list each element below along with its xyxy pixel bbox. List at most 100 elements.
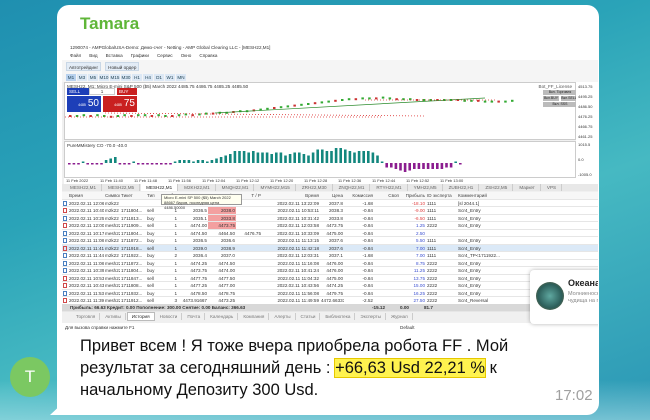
chart-tab[interactable]: MNQH22,M1 (217, 184, 255, 191)
table-row[interactable]: 2022.02.11 10:39...mesh221711804... buy 1 4… (62, 267, 598, 275)
table-row[interactable]: 2022.02.11 11:08...m2k221711872... buy 1 20… (62, 237, 598, 245)
cell-col13: 1111 (427, 253, 437, 258)
table-row[interactable]: 2022.02.11 10:40...m2k221711804...sell12… (62, 207, 598, 215)
chart-tab[interactable]: VPS (542, 184, 563, 191)
cell-col13: 1111 (427, 238, 437, 243)
menu-item[interactable]: Справка (199, 53, 217, 58)
oscillator-bar (265, 152, 269, 163)
sender-name[interactable]: Tamara (80, 14, 139, 34)
toolbox-tab[interactable]: Библиотека (321, 313, 356, 320)
menu-item[interactable]: Вид (89, 53, 97, 58)
cell-col11 (374, 297, 400, 304)
table-row[interactable]: 2022.02.11 12:00...mesh221711909... sell 1… (62, 222, 598, 230)
toolbox-tab[interactable]: Новости (156, 313, 183, 320)
enable-trading-button[interactable]: Вкл. Торговля (543, 90, 577, 95)
candle (313, 102, 317, 105)
chart-tab[interactable]: MYMH22,M15 (255, 184, 296, 191)
toolbox-tab[interactable]: Статьи (297, 313, 321, 320)
chart-tab[interactable]: ZUBH22,H1 (444, 184, 480, 191)
table-row[interactable]: 2022.02.11 11:44...m2k221711922... buy 2 20… (62, 252, 598, 260)
chart-tab[interactable]: ZRH22,M30 (297, 184, 333, 191)
notification-popup[interactable]: Океанариум Молниеносная атака водного чу… (530, 270, 598, 324)
toolbox-tab[interactable]: Торговля (72, 313, 101, 320)
column-header[interactable]: Время (262, 192, 320, 199)
chart-tab[interactable]: MESH22,M1 (141, 184, 179, 191)
toolbox-tab[interactable]: Календарь (206, 313, 239, 320)
timeframe-button[interactable]: M30 (121, 73, 131, 81)
column-header[interactable]: ID эксперта (426, 192, 457, 199)
autotrading-button[interactable]: Автотрейдинг (66, 61, 102, 71)
chart-tab[interactable]: ZSH22,M5 (480, 184, 514, 191)
chart-tab[interactable]: ZNQH22,M1 (334, 184, 371, 191)
table-row[interactable]: 2022.02.11 12:06...m2k2212039.652044.120… (62, 199, 598, 207)
enable-buy-button[interactable]: Вкл.BUY (543, 96, 559, 101)
timeframe-button[interactable]: M15 (110, 73, 120, 81)
candle (375, 97, 378, 100)
chart-tab[interactable]: Маркет (514, 184, 541, 191)
table-row[interactable]: 2022.02.11 11:53...mesh221711932... buy 1 4… (62, 289, 598, 297)
toolbox-tab[interactable]: Журнал (387, 313, 413, 320)
column-header[interactable]: Комментарий (457, 192, 596, 199)
timeframe-button[interactable]: H4 (143, 73, 153, 81)
timeframe-button[interactable]: W1 (165, 73, 175, 81)
volume-input[interactable]: 1 (89, 88, 115, 95)
column-header[interactable]: Символ (104, 192, 120, 199)
cell-col0: 2022.02.11 10:43... (69, 283, 104, 288)
timeframe-button[interactable]: M10 (99, 73, 109, 81)
table-row[interactable]: 2022.02.11 11:08...mesh221711872... buy 1 4… (62, 259, 598, 267)
chart-tab[interactable]: MESH22,M5 (103, 184, 141, 191)
cell-col13: 1111 (427, 200, 437, 206)
menu-item[interactable]: Вставка (106, 53, 123, 58)
cell-col14: Scr4_Entry (458, 223, 481, 228)
timeframe-button[interactable]: MN (176, 73, 186, 81)
column-header[interactable]: Цена (320, 192, 344, 199)
chart-tab[interactable]: YMH22,M5 (409, 184, 443, 191)
enable-sell-button[interactable]: Вкл.SELL (561, 96, 577, 101)
menu-item[interactable]: Сервис (157, 53, 173, 58)
toolbox-tab[interactable]: История (126, 312, 155, 321)
toolbox-tab[interactable]: Почта (183, 313, 206, 320)
table-row[interactable]: 2022.02.11 11:41...m2k221711918... sell 1 2… (62, 244, 598, 252)
menu-item[interactable]: Окно (181, 53, 192, 58)
sell-button[interactable]: 4485 50 (67, 96, 101, 112)
table-row[interactable]: 2022.02.11 10:53...mesh221711847... sell 1… (62, 274, 598, 282)
oscillator-bar (344, 149, 347, 163)
column-header[interactable]: Своп (374, 192, 400, 199)
timeframe-button[interactable]: M5 (88, 73, 98, 81)
avatar[interactable]: T (10, 357, 50, 397)
cell-col1: m2k22 (105, 200, 119, 206)
table-row[interactable]: 2022.02.11 10:25...m2k221711813... buy 1 20… (62, 214, 598, 222)
notification-text: Молниеносная атака водного чудища на при… (568, 291, 598, 304)
timeframe-button[interactable]: H1 (132, 73, 142, 81)
toolbox-tab[interactable]: Эксперты (356, 313, 386, 320)
column-header[interactable]: Время (68, 192, 104, 199)
new-order-button[interactable]: Новый ордер (105, 61, 140, 71)
price-chart[interactable]: MESH22, M1: Micro E-mini S&P 500 ($5) Ma… (64, 82, 577, 140)
toolbox-tab[interactable]: Активы (101, 313, 126, 320)
timeframe-button[interactable]: D1 (154, 73, 164, 81)
status-profile: Default (400, 325, 415, 330)
chart-tab[interactable]: MESH22,M1 (65, 184, 103, 191)
cell-col3: sell (147, 245, 154, 251)
symbol-tooltip: Micro E-mini SP 500 ($5) March 2022 88667… (161, 194, 242, 210)
chart-tab[interactable]: RTYH22,M1 (371, 184, 408, 191)
cell-col13: 2222 (427, 283, 438, 288)
toolbox-tab[interactable]: Алерты (270, 313, 296, 320)
toolbox-tab[interactable]: Компания (239, 313, 270, 320)
chart-tab[interactable]: M2KH22,M1 (179, 184, 216, 191)
menu-item[interactable]: Графики (131, 53, 149, 58)
enable-sss-button[interactable]: Вкл. SSS (543, 102, 577, 107)
menu-item[interactable]: Файл (70, 53, 81, 58)
table-row[interactable]: 2022.02.11 10:17...mesh221711804... buy 1 4… (62, 229, 598, 237)
cell-col4: 3 (174, 298, 177, 303)
buy-button[interactable]: 4485 75 (103, 96, 137, 112)
column-header[interactable]: Комиссия (344, 192, 374, 199)
cell-col4: 1 (174, 238, 177, 243)
screenshot-image[interactable]: 1290074 - AMPGlobalUSA-Demo: Демо-счет -… (62, 44, 598, 332)
timeframe-button[interactable]: M1 (66, 73, 76, 81)
column-header[interactable]: Тикет (120, 192, 146, 199)
timeframe-button[interactable]: M3 (77, 73, 87, 81)
oscillator-chart[interactable]: PureMMistery CO -70.0 -40.0 (64, 141, 576, 178)
table-row[interactable]: 2022.02.11 10:43...mesh221711808... sell 1… (62, 282, 598, 290)
column-header[interactable]: Прибыль (400, 192, 426, 199)
